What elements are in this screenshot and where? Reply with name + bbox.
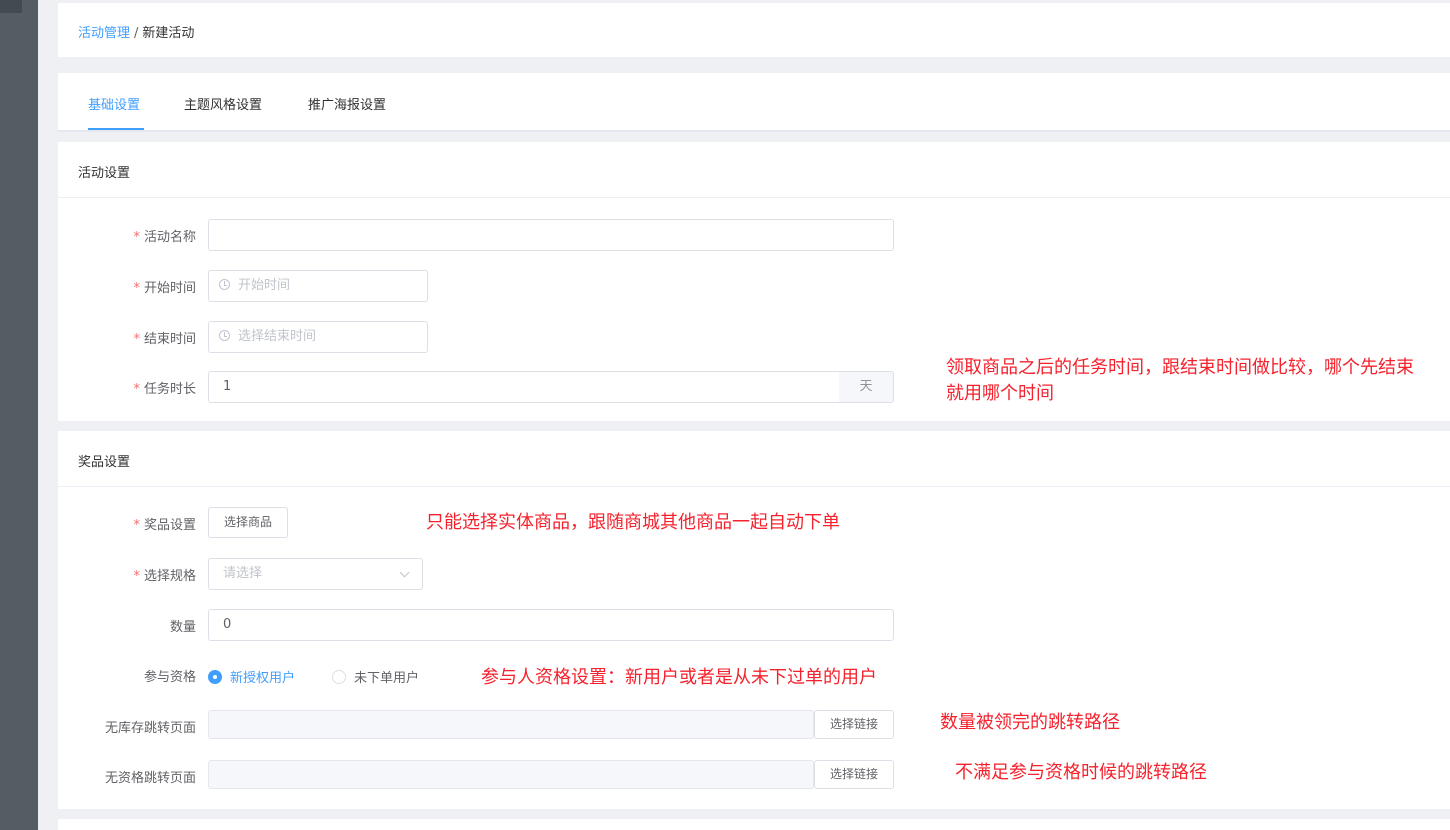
eligibility-annotation: 参与人资格设置：新用户或者是从未下过单的用户 (481, 667, 877, 688)
prize-label: * 奖品设置 (133, 518, 196, 533)
goods-annotation: 只能选择实体商品，跟随商城其他商品一起自动下单 (426, 512, 840, 533)
end-time-picker[interactable]: 选择结束时间 (208, 321, 428, 353)
required-mark: * (133, 569, 140, 584)
end-time-label: * 结束时间 (133, 332, 196, 347)
breadcrumb-separator: / (134, 26, 139, 41)
chevron-down-icon (399, 567, 410, 578)
activity-name-label: * 活动名称 (133, 230, 196, 245)
breadcrumb-current: 新建活动 (142, 26, 195, 41)
sidebar-collapsed-item[interactable] (0, 0, 22, 13)
select-goods-button[interactable]: 选择商品 (208, 507, 288, 538)
radio-checked-icon (208, 670, 222, 684)
prize-settings-section: 奖品设置 * 奖品设置 选择商品 * 选择规格 请选择 数量 0 参与资格 新授权用… (58, 431, 1450, 809)
main-content: 活动管理 / 新建活动 基础设置 主题风格设置 推广海报设置 活动设置 * 活动名称 … (38, 0, 1450, 830)
activity-name-row: * 活动名称 (58, 219, 958, 251)
eligibility-label: 参与资格 (143, 670, 196, 685)
activity-name-input[interactable] (208, 219, 894, 251)
quantity-row: 数量 0 (58, 609, 958, 641)
clock-icon (219, 330, 230, 341)
tab-theme-style[interactable]: 主题风格设置 (184, 94, 262, 113)
duration-annotation-line2: 就用哪个时间 (946, 383, 1054, 404)
no-qualification-redirect-input (208, 760, 814, 789)
breadcrumb: 活动管理 / 新建活动 (78, 22, 194, 41)
active-tab-indicator (88, 128, 144, 130)
spec-row: * 选择规格 请选择 (58, 558, 958, 590)
end-time-row: * 结束时间 选择结束时间 (58, 321, 958, 353)
section-title: 奖品设置 (58, 431, 1450, 487)
no-qualification-redirect-row: 无资格跳转页面 选择链接 (58, 760, 958, 792)
required-mark: * (133, 332, 140, 347)
no-qualification-select-link-button[interactable]: 选择链接 (814, 760, 894, 789)
clock-icon (219, 279, 230, 290)
tab-promo-poster[interactable]: 推广海报设置 (308, 94, 386, 113)
tab-basic-settings[interactable]: 基础设置 (88, 94, 140, 113)
section-title: 活动设置 (58, 142, 1450, 198)
start-time-picker[interactable]: 开始时间 (208, 270, 428, 302)
no-stock-select-link-button[interactable]: 选择链接 (814, 710, 894, 739)
radio-no-order-user[interactable]: 未下单用户 (332, 667, 419, 686)
radio-unchecked-icon (332, 670, 346, 684)
no-stock-annotation: 数量被领完的跳转路径 (940, 712, 1120, 733)
radio-new-authorized-user[interactable]: 新授权用户 (208, 667, 295, 686)
no-stock-redirect-label: 无库存跳转页面 (104, 721, 196, 736)
required-mark: * (133, 382, 140, 397)
next-section-card (58, 819, 1450, 830)
no-qualification-annotation: 不满足参与资格时候的跳转路径 (955, 762, 1207, 783)
spec-label: * 选择规格 (133, 569, 196, 584)
start-time-label: * 开始时间 (133, 281, 196, 296)
sidebar (0, 0, 38, 830)
tabs-bar: 基础设置 主题风格设置 推广海报设置 (58, 73, 1450, 132)
required-mark: * (133, 281, 140, 296)
task-duration-label: * 任务时长 (133, 382, 196, 397)
breadcrumb-card: 活动管理 / 新建活动 (58, 3, 1450, 57)
required-mark: * (133, 230, 140, 245)
quantity-label: 数量 (169, 620, 196, 635)
no-stock-redirect-row: 无库存跳转页面 选择链接 (58, 710, 958, 742)
no-qualification-redirect-label: 无资格跳转页面 (104, 771, 196, 786)
spec-select[interactable]: 请选择 (208, 558, 423, 590)
task-duration-row: * 任务时长 1 天 (58, 371, 958, 403)
required-mark: * (133, 518, 140, 533)
start-time-row: * 开始时间 开始时间 (58, 270, 958, 302)
task-duration-unit: 天 (839, 371, 894, 403)
task-duration-input[interactable]: 1 (208, 371, 840, 403)
quantity-input[interactable]: 0 (208, 609, 894, 641)
breadcrumb-parent-link[interactable]: 活动管理 (78, 26, 130, 41)
no-stock-redirect-input (208, 710, 814, 739)
duration-annotation-line1: 领取商品之后的任务时间，跟结束时间做比较，哪个先结束 (946, 357, 1414, 378)
